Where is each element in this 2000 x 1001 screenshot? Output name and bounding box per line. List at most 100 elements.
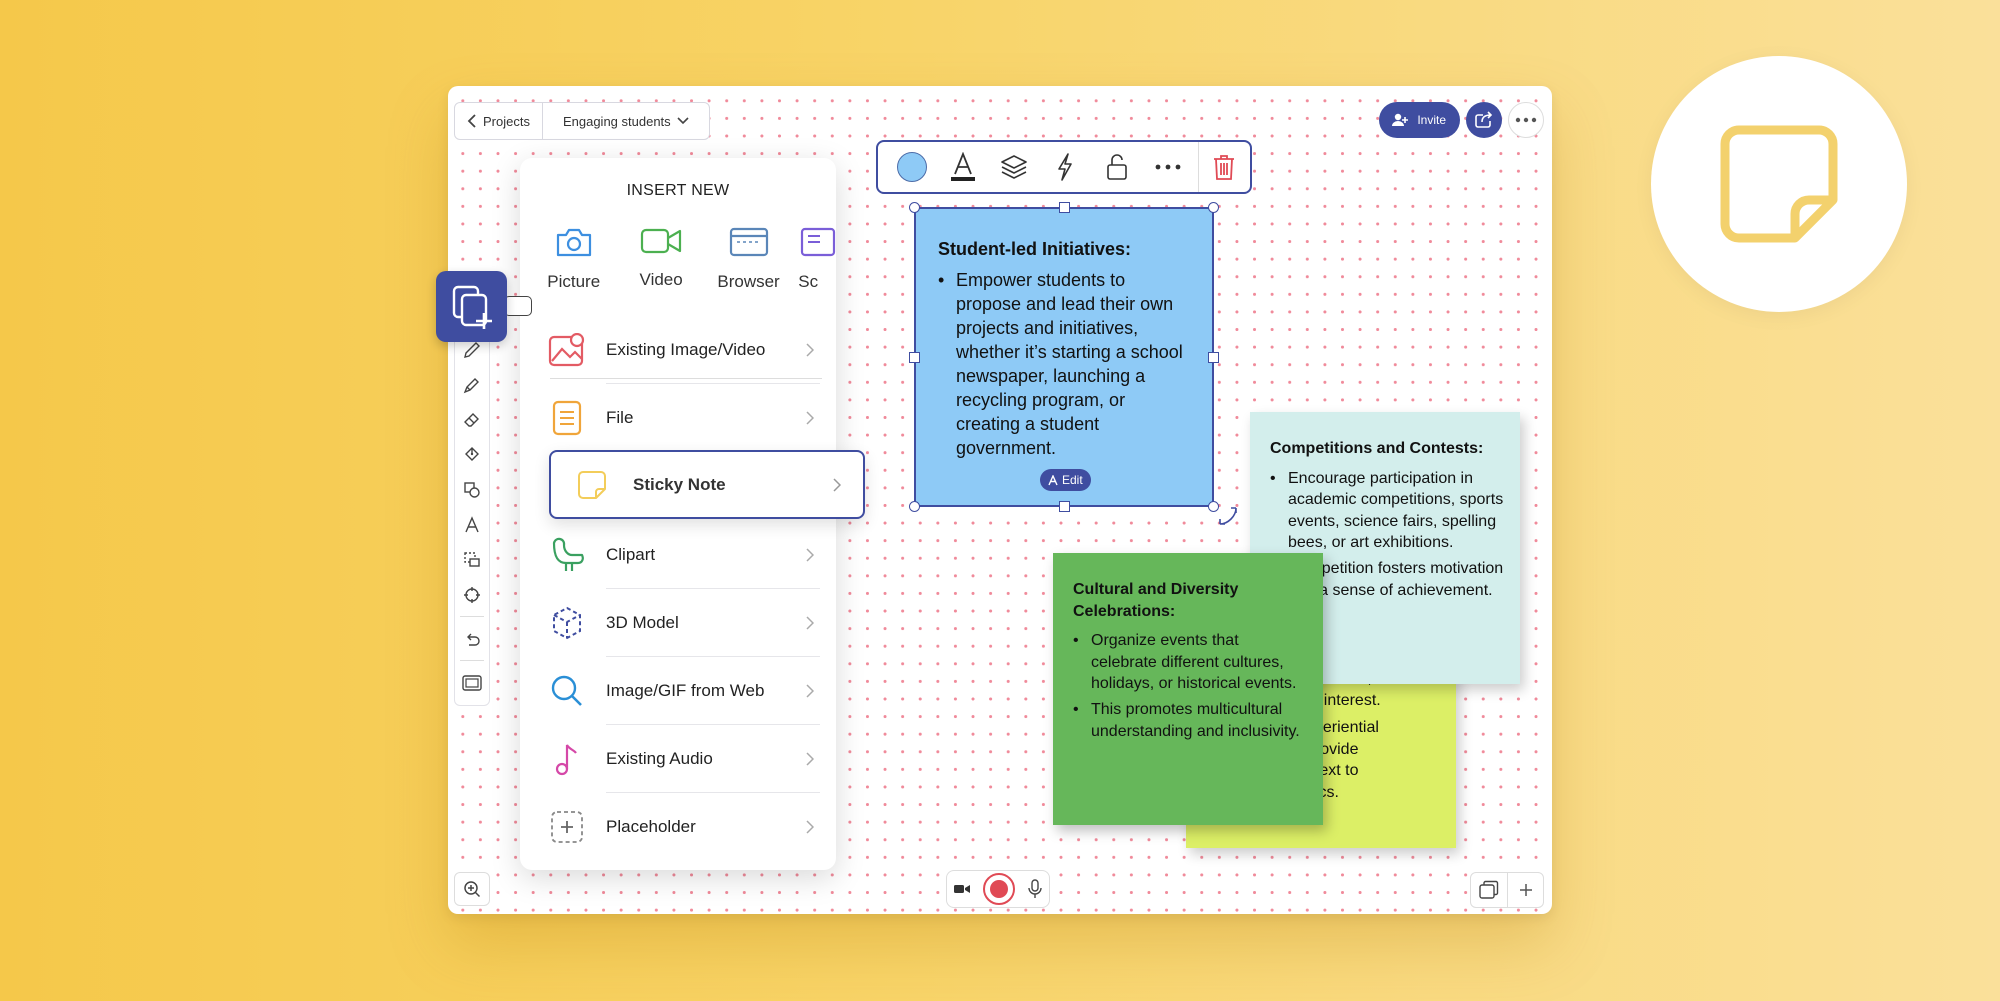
more-options-button[interactable] <box>1142 142 1193 192</box>
frame-tool[interactable] <box>457 666 487 699</box>
layers-icon <box>1001 155 1028 179</box>
marker-tool[interactable] <box>457 368 487 401</box>
resize-handle[interactable] <box>1059 202 1070 213</box>
note-title: Cultural and Diversity Celebrations: <box>1073 581 1239 620</box>
eraser-icon <box>464 412 479 427</box>
insert-placeholder[interactable]: Placeholder <box>520 793 836 861</box>
camera-video-icon[interactable] <box>953 884 970 894</box>
resize-handle[interactable] <box>1059 501 1070 512</box>
insert-new-button[interactable] <box>436 271 507 342</box>
insert-sticky-note[interactable]: Sticky Note <box>549 450 865 519</box>
note-bullet: This promotes multicultural understandin… <box>1073 699 1307 742</box>
board-selector[interactable]: Engaging students <box>541 103 709 139</box>
browser-icon <box>729 227 768 257</box>
insert-content-icon <box>452 285 492 329</box>
select-tool[interactable] <box>457 543 487 576</box>
back-label: Projects <box>483 113 530 129</box>
chevron-down-icon <box>677 117 689 125</box>
add-user-icon <box>1392 113 1409 126</box>
zoom-button[interactable] <box>454 872 490 906</box>
quick-insert-video[interactable]: Video <box>623 226 698 292</box>
sticky-note-blue-selected[interactable]: Student-led Initiatives: Empower student… <box>909 202 1219 512</box>
note-line: xperiential <box>1306 719 1379 737</box>
insert-existing-audio[interactable]: Existing Audio <box>520 725 836 793</box>
paint-bucket-icon <box>465 446 479 461</box>
resize-handle[interactable] <box>1208 202 1219 213</box>
menu-item-label: Clipart <box>606 545 656 564</box>
image-icon <box>548 333 585 367</box>
share-icon <box>1475 111 1493 128</box>
more-menu-button[interactable] <box>1508 102 1544 138</box>
tool-rail <box>454 326 490 706</box>
microphone-icon[interactable] <box>1028 879 1043 899</box>
cube-icon <box>553 606 581 640</box>
actions-button[interactable] <box>1040 142 1091 192</box>
insert-image-gif-from-web[interactable]: Image/GIF from Web <box>520 657 836 725</box>
menu-item-label: File <box>606 408 634 427</box>
format-toolbar <box>876 140 1252 194</box>
resize-handle[interactable] <box>909 202 920 213</box>
chevron-left-icon <box>467 114 476 128</box>
add-page-button[interactable] <box>1507 873 1543 907</box>
menu-item-label: Existing Image/Video <box>606 340 766 359</box>
whiteboard-window: Projects Engaging students Invite INSERT… <box>448 86 1552 914</box>
camera-icon <box>556 228 591 257</box>
quick-label: Browser <box>717 272 780 291</box>
share-button[interactable] <box>1466 102 1502 138</box>
note-bullet: Encourage participation in academic comp… <box>1270 468 1504 554</box>
edit-button[interactable]: Edit <box>1040 469 1091 491</box>
text-edit-icon <box>1048 474 1058 485</box>
insert-3d-model[interactable]: 3D Model <box>520 589 836 657</box>
marker-icon <box>463 377 479 393</box>
text-tool[interactable] <box>457 508 487 541</box>
quick-insert-browser[interactable]: Browser <box>711 226 786 292</box>
sticky-note-logo <box>1651 56 1907 312</box>
sticky-note-icon <box>1720 125 1838 243</box>
shapes-icon <box>464 481 480 498</box>
back-to-projects[interactable]: Projects <box>455 103 542 139</box>
quick-insert-screen[interactable]: Sc <box>798 226 836 292</box>
insert-existing-image-video[interactable]: Existing Image/Video <box>520 316 836 384</box>
pencil-icon <box>464 341 480 358</box>
file-icon <box>552 400 582 436</box>
bottom-right-controls <box>1470 872 1544 908</box>
resize-handle[interactable] <box>909 352 920 363</box>
invite-button[interactable]: Invite <box>1379 102 1460 138</box>
more-dots-icon <box>1155 164 1181 170</box>
sticky-note-green[interactable]: Cultural and Diversity Celebrations: Org… <box>1053 553 1323 825</box>
lock-button[interactable] <box>1091 142 1142 192</box>
undo-button[interactable] <box>457 622 487 655</box>
resize-handle[interactable] <box>1208 352 1219 363</box>
resize-handle[interactable] <box>909 501 920 512</box>
fill-color-button[interactable] <box>886 142 937 192</box>
undo-icon <box>467 633 480 646</box>
pages-button[interactable] <box>1471 873 1507 907</box>
note-line: ntext to <box>1306 762 1359 780</box>
layers-button[interactable] <box>989 142 1040 192</box>
chevron-right-icon <box>806 752 814 766</box>
unlock-icon <box>1106 154 1127 180</box>
note-line: pics. <box>1306 782 1440 804</box>
fill-tool[interactable] <box>457 438 487 471</box>
sticky-note-icon <box>578 470 606 499</box>
rotate-handle-icon[interactable] <box>1216 504 1242 530</box>
laser-tool[interactable] <box>457 578 487 611</box>
insert-clipart[interactable]: Clipart <box>520 521 836 589</box>
delete-button[interactable] <box>1199 142 1250 192</box>
insert-file[interactable]: File <box>520 384 836 452</box>
menu-item-label: Existing Audio <box>606 749 713 768</box>
menu-item-label: Placeholder <box>606 817 696 836</box>
text-color-button[interactable] <box>937 142 988 192</box>
breadcrumb: Projects Engaging students <box>454 102 710 140</box>
top-right-actions: Invite <box>1379 102 1544 138</box>
edit-label: Edit <box>1062 472 1083 487</box>
record-button[interactable] <box>982 873 1015 905</box>
quick-label: Sc <box>798 272 819 291</box>
eraser-tool[interactable] <box>457 403 487 436</box>
lightning-icon <box>1058 153 1073 181</box>
more-dots-icon <box>1515 117 1537 123</box>
tool-divider <box>460 616 484 617</box>
shape-tool[interactable] <box>457 473 487 506</box>
quick-insert-picture[interactable]: Picture <box>536 226 611 292</box>
note-line: of interest. <box>1306 691 1381 709</box>
